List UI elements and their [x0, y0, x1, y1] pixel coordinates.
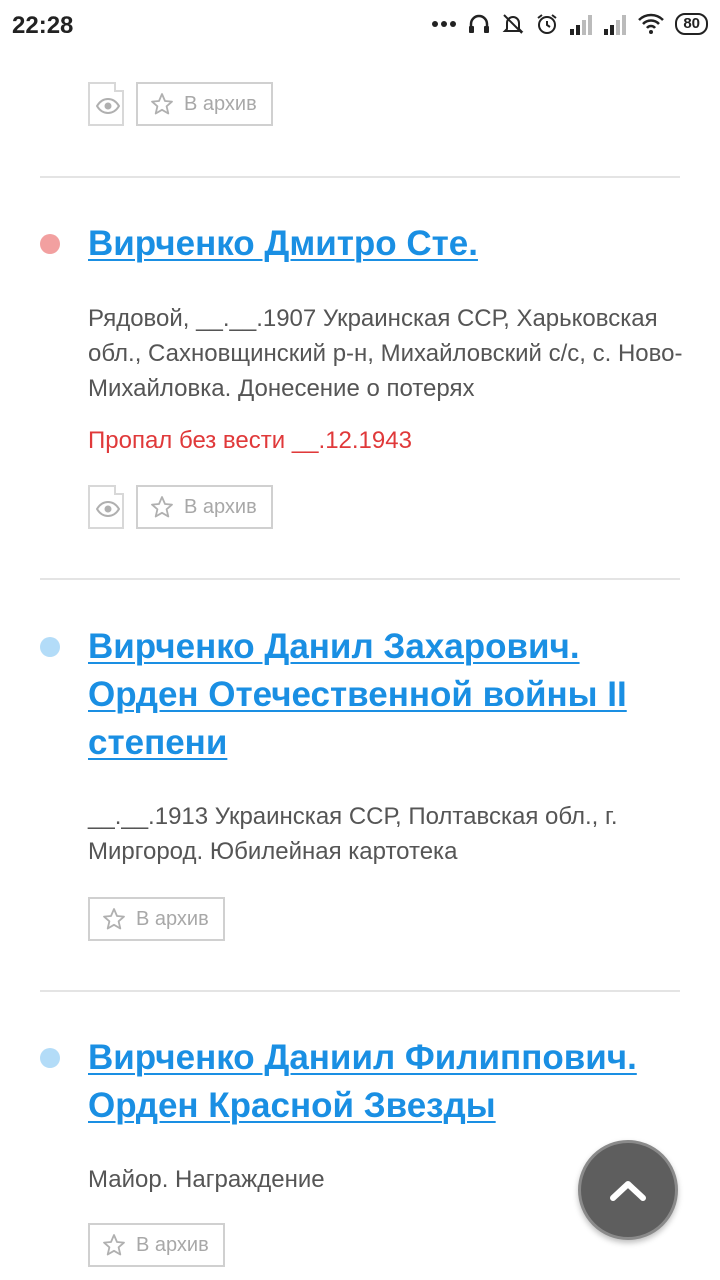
star-icon — [151, 93, 173, 115]
add-to-archive-button[interactable]: В архив — [88, 897, 225, 941]
record-title-link[interactable]: Вирченко Данил Захарович. Орден Отечеств… — [88, 623, 668, 767]
wifi-icon — [638, 13, 665, 34]
signal-icon — [570, 15, 593, 35]
record-marker — [40, 234, 60, 254]
view-document-button[interactable] — [88, 82, 124, 126]
record-status: Пропал без вести __.12.1943 — [88, 427, 412, 454]
headphones-icon — [469, 14, 490, 33]
record-marker — [40, 1048, 60, 1068]
bell-off-icon — [502, 14, 524, 34]
record-title-link[interactable]: Вирченко Дмитро Сте. — [88, 220, 668, 268]
star-icon — [151, 496, 173, 518]
scroll-to-top-button[interactable] — [578, 1140, 678, 1240]
alarm-icon — [537, 14, 557, 34]
record-actions: В архив — [88, 485, 273, 529]
status-icons: 80 — [431, 12, 708, 36]
status-time: 22:28 — [12, 12, 74, 39]
record-actions-top: В архив — [88, 82, 273, 126]
divider — [40, 176, 680, 178]
record-title-link[interactable]: Вирченко Даниил Филиппович. Орден Красно… — [88, 1034, 668, 1130]
add-to-archive-button[interactable]: В архив — [136, 82, 273, 126]
record-actions: В архив — [88, 897, 225, 941]
archive-label: В архив — [184, 495, 257, 518]
archive-label: В архив — [184, 92, 257, 115]
chevron-up-icon — [610, 1181, 646, 1201]
star-icon — [103, 1234, 125, 1256]
eye-icon — [96, 98, 120, 114]
add-to-archive-button[interactable]: В архив — [88, 1223, 225, 1267]
divider — [40, 578, 680, 580]
star-icon — [103, 908, 125, 930]
view-document-button[interactable] — [88, 485, 124, 529]
status-bar: 22:28 80 — [0, 0, 720, 52]
battery-indicator: 80 — [675, 13, 708, 35]
record-actions: В архив — [88, 1223, 225, 1267]
divider — [40, 990, 680, 992]
signal-icon-2 — [604, 15, 627, 35]
archive-label: В архив — [136, 907, 209, 930]
eye-icon — [96, 501, 120, 517]
add-to-archive-button[interactable]: В архив — [136, 485, 273, 529]
record-description: Рядовой, __.__.1907 Украинская ССР, Харь… — [88, 305, 683, 402]
archive-label: В архив — [136, 1233, 209, 1256]
more-dots-icon — [432, 21, 457, 27]
record-description: __.__.1913 Украинская ССР, Полтавская об… — [88, 803, 618, 865]
record-marker — [40, 637, 60, 657]
